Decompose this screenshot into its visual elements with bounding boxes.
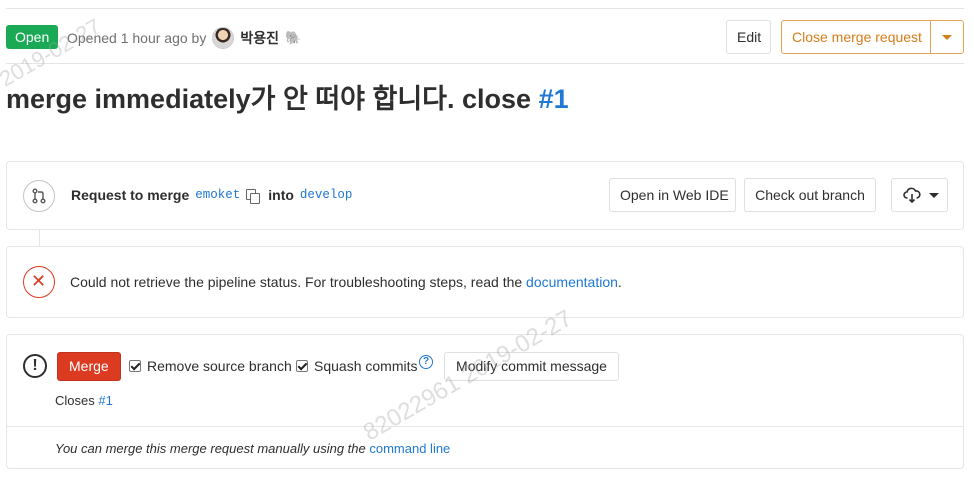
- warning-exclamation-icon: !: [23, 354, 47, 378]
- check-out-branch-button[interactable]: Check out branch: [744, 178, 876, 212]
- merge-button[interactable]: Merge: [57, 352, 121, 381]
- widget-divider: [7, 426, 963, 427]
- merge-info-panel: Request to merge emoket into develop Ope…: [6, 161, 964, 230]
- help-question-icon[interactable]: ?: [419, 355, 433, 369]
- request-label: Request to merge: [71, 187, 190, 203]
- squash-commits-checkbox[interactable]: Squash commits: [296, 358, 417, 374]
- close-merge-request-button[interactable]: Close merge request: [781, 20, 931, 54]
- title-text: merge immediately가 안 떠야 합니다. close: [6, 84, 532, 114]
- panel-connector: [39, 230, 40, 246]
- open-web-ide-button[interactable]: Open in Web IDE: [609, 178, 736, 212]
- source-branch-link[interactable]: emoket: [195, 188, 240, 202]
- documentation-link[interactable]: documentation: [526, 274, 618, 290]
- chevron-down-icon: [929, 193, 939, 198]
- merge-request-icon: [23, 180, 55, 212]
- status-badge: Open: [6, 25, 59, 49]
- checkbox-checked-icon[interactable]: [296, 360, 308, 372]
- pipeline-message: Could not retrieve the pipeline status. …: [70, 274, 523, 290]
- mr-header: Open Opened 1 hour ago by 박용진 🐘 Edit Clo…: [6, 9, 964, 64]
- into-label: into: [268, 187, 294, 203]
- chevron-down-icon: [942, 35, 952, 40]
- download-dropdown-button[interactable]: [891, 178, 948, 212]
- avatar[interactable]: [212, 27, 235, 49]
- page-title: merge immediately가 안 떠야 합니다. close #1: [6, 82, 569, 116]
- pipeline-suffix: .: [617, 274, 622, 290]
- command-line-link[interactable]: command line: [369, 441, 450, 456]
- modify-commit-message-button[interactable]: Modify commit message: [444, 352, 619, 381]
- pipeline-panel: ✕ Could not retrieve the pipeline status…: [6, 246, 964, 318]
- opened-meta: Opened 1 hour ago by 박용진 🐘: [67, 27, 301, 49]
- manual-merge-text: You can merge this merge request manuall…: [55, 441, 366, 456]
- remove-source-branch-label: Remove source branch: [147, 358, 292, 374]
- error-x-icon: ✕: [23, 266, 55, 298]
- closes-issue-link[interactable]: #1: [98, 393, 112, 408]
- checkbox-checked-icon[interactable]: [129, 360, 141, 372]
- download-cloud-icon: [903, 187, 921, 203]
- opened-text: Opened 1 hour ago by: [67, 30, 207, 46]
- close-options-dropdown[interactable]: [930, 20, 964, 54]
- edit-button[interactable]: Edit: [726, 20, 771, 54]
- merge-request-summary: Request to merge emoket into develop: [71, 187, 358, 204]
- merge-widget-panel: ! Merge Remove source branch Squash comm…: [6, 334, 964, 469]
- pipeline-status-text: Could not retrieve the pipeline status. …: [70, 274, 622, 290]
- target-branch-link[interactable]: develop: [300, 188, 353, 202]
- manual-merge-hint: You can merge this merge request manuall…: [55, 441, 450, 456]
- copy-icon[interactable]: [246, 188, 261, 204]
- title-issue-link[interactable]: #1: [539, 84, 569, 114]
- remove-source-branch-checkbox[interactable]: Remove source branch: [129, 358, 292, 374]
- closes-issues: Closes #1: [55, 393, 113, 408]
- squash-commits-label: Squash commits: [314, 358, 418, 374]
- closes-label: Closes: [55, 393, 95, 408]
- emoji-icon: 🐘: [284, 30, 302, 45]
- author-name[interactable]: 박용진: [240, 29, 279, 47]
